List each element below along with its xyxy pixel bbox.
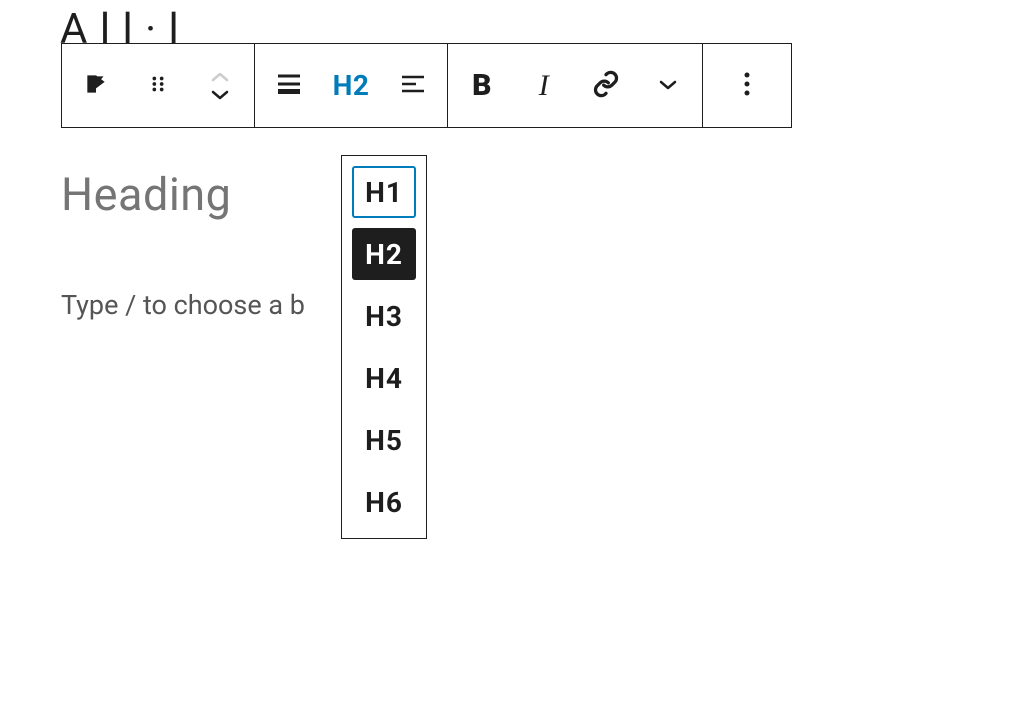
heading-level-dropdown: H1 H2 H3 H4 H5 H6 <box>341 155 427 539</box>
heading-option-h2[interactable]: H2 <box>352 228 416 280</box>
drag-handle-icon <box>147 73 169 99</box>
link-icon <box>592 70 620 102</box>
move-up-down[interactable] <box>198 64 242 108</box>
more-vertical-icon <box>743 71 751 101</box>
toolbar-group-heading: H2 <box>255 44 448 127</box>
heading-option-h1[interactable]: H1 <box>352 166 416 218</box>
align-button[interactable] <box>267 64 311 108</box>
heading-option-h6[interactable]: H6 <box>352 476 416 528</box>
heading-level-label: H2 <box>333 69 370 102</box>
heading-option-h3[interactable]: H3 <box>352 290 416 342</box>
chevron-down-icon <box>658 76 678 95</box>
heading-block-placeholder[interactable]: Heading <box>61 168 305 221</box>
block-type-button[interactable] <box>74 64 118 108</box>
bold-icon: B <box>472 68 492 103</box>
more-format-button[interactable] <box>646 64 690 108</box>
content-area: Heading Type / to choose a b <box>61 168 305 321</box>
text-align-button[interactable] <box>391 64 435 108</box>
heading-option-h5[interactable]: H5 <box>352 414 416 466</box>
heading-block-icon <box>83 71 109 101</box>
toolbar-group-more <box>703 44 791 127</box>
more-options-button[interactable] <box>725 64 769 108</box>
drag-handle-button[interactable] <box>136 64 180 108</box>
toolbar-group-block <box>62 44 255 127</box>
link-button[interactable] <box>584 64 628 108</box>
move-arrows-icon <box>211 72 229 100</box>
italic-button[interactable]: I <box>522 64 566 108</box>
heading-option-h4[interactable]: H4 <box>352 352 416 404</box>
block-toolbar: H2 B I <box>61 43 792 128</box>
heading-level-button[interactable]: H2 <box>329 64 373 108</box>
text-align-left-icon <box>400 74 426 98</box>
toolbar-group-format: B I <box>448 44 703 127</box>
bold-button[interactable]: B <box>460 64 504 108</box>
paragraph-block-placeholder[interactable]: Type / to choose a b <box>61 289 305 321</box>
align-icon <box>276 72 302 100</box>
italic-icon: I <box>539 69 550 103</box>
